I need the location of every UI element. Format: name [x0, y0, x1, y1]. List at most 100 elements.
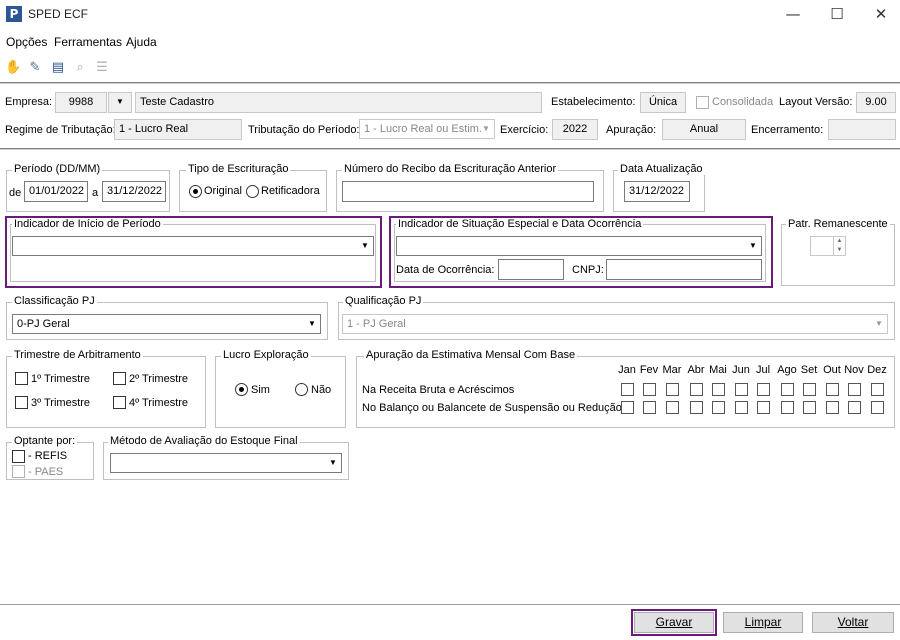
layout-label: Layout Versão:	[779, 96, 853, 108]
trimestre-1-checkbox[interactable]	[15, 372, 28, 385]
data-ocorrencia-input[interactable]	[498, 259, 564, 280]
indicador-situacao-select[interactable]: ▼	[396, 236, 762, 256]
month-label: Jul	[755, 364, 771, 376]
estimativa-row1-label: Na Receita Bruta e Acréscimos	[362, 384, 515, 396]
search-doc-icon[interactable]: ⌕	[72, 60, 88, 76]
consolidada-checkbox[interactable]	[696, 96, 709, 109]
balanco-mar-checkbox[interactable]	[666, 401, 679, 414]
tributacao-label: Tributação do Período:	[248, 124, 360, 136]
apuracao-field: Anual	[662, 119, 746, 140]
trimestre-4-checkbox[interactable]	[113, 396, 126, 409]
receita-bruta-abr-checkbox[interactable]	[690, 383, 703, 396]
month-label: Abr	[687, 364, 705, 376]
close-button[interactable]: ✕	[858, 0, 900, 30]
month-label: Ago	[777, 364, 797, 376]
receita-bruta-jun-checkbox[interactable]	[735, 383, 748, 396]
trimestre-4-label: 4º Trimestre	[129, 397, 189, 409]
nao-radio[interactable]	[295, 383, 308, 396]
data-atualizacao-title: Data Atualização	[618, 163, 705, 175]
balanco-set-checkbox[interactable]	[803, 401, 816, 414]
regime-label: Regime de Tributação:	[5, 124, 116, 136]
balanco-mai-checkbox[interactable]	[712, 401, 725, 414]
balanco-fev-checkbox[interactable]	[643, 401, 656, 414]
balanco-ago-checkbox[interactable]	[781, 401, 794, 414]
document-icon[interactable]: ▤	[50, 60, 66, 76]
receita-bruta-jul-checkbox[interactable]	[757, 383, 770, 396]
trimestre-2-checkbox[interactable]	[113, 372, 126, 385]
patr-remanescente-spinner[interactable]: ▲ ▼	[810, 236, 846, 256]
limpar-label: Limpar	[744, 615, 782, 629]
chevron-down-icon: ▼	[329, 458, 337, 467]
maximize-button[interactable]: ☐	[814, 0, 860, 30]
indicador-situacao-title: Indicador de Situação Especial e Data Oc…	[396, 218, 644, 230]
classificacao-value: 0-PJ Geral	[17, 318, 70, 330]
balanco-abr-checkbox[interactable]	[690, 401, 703, 414]
receita-bruta-dez-checkbox[interactable]	[871, 383, 884, 396]
receita-bruta-jan-checkbox[interactable]	[621, 383, 634, 396]
receita-bruta-ago-checkbox[interactable]	[781, 383, 794, 396]
paes-checkbox[interactable]	[12, 465, 25, 478]
estabelecimento-label: Estabelecimento:	[551, 96, 636, 108]
gravar-button[interactable]: Gravar	[634, 612, 714, 633]
balanco-jul-checkbox[interactable]	[757, 401, 770, 414]
edit-icon[interactable]: ✎	[27, 60, 43, 76]
voltar-button[interactable]: Voltar	[812, 612, 894, 633]
separator	[0, 148, 900, 150]
separator	[0, 82, 900, 84]
list-icon[interactable]: ☰	[94, 60, 110, 76]
trimestre-3-checkbox[interactable]	[15, 396, 28, 409]
minimize-button[interactable]: —	[770, 0, 816, 30]
periodo-de-input[interactable]: 01/01/2022	[24, 181, 88, 202]
title-bar: P SPED ECF — ☐ ✕	[0, 0, 900, 30]
qualificacao-select[interactable]: 1 - PJ Geral ▼	[342, 314, 888, 334]
menu-opcoes[interactable]: Opções	[6, 35, 47, 49]
receita-bruta-out-checkbox[interactable]	[826, 383, 839, 396]
spin-down-icon[interactable]: ▼	[833, 246, 845, 255]
month-label: Nov	[844, 364, 864, 376]
receita-bruta-mai-checkbox[interactable]	[712, 383, 725, 396]
periodo-title: Período (DD/MM)	[12, 163, 103, 175]
indicador-inicio-title: Indicador de Início de Período	[12, 218, 163, 230]
original-radio[interactable]	[189, 185, 202, 198]
original-label: Original	[204, 185, 242, 197]
cnpj-input[interactable]	[606, 259, 762, 280]
receita-bruta-fev-checkbox[interactable]	[643, 383, 656, 396]
periodo-a-label: a	[92, 187, 99, 199]
balanco-dez-checkbox[interactable]	[871, 401, 884, 414]
balanco-nov-checkbox[interactable]	[848, 401, 861, 414]
classificacao-select[interactable]: 0-PJ Geral ▼	[12, 314, 321, 334]
menu-ferramentas[interactable]: Ferramentas	[54, 35, 122, 49]
qualificacao-title: Qualificação PJ	[343, 295, 424, 307]
tributacao-select[interactable]: 1 - Lucro Real ou Estim. ▼	[359, 119, 495, 139]
qualificacao-value: 1 - PJ Geral	[347, 318, 406, 330]
limpar-button[interactable]: Limpar	[723, 612, 803, 633]
refis-checkbox[interactable]	[12, 450, 25, 463]
receita-bruta-nov-checkbox[interactable]	[848, 383, 861, 396]
balanco-jun-checkbox[interactable]	[735, 401, 748, 414]
spin-up-icon[interactable]: ▲	[833, 237, 845, 246]
chevron-down-icon: ▼	[482, 124, 490, 133]
sim-radio[interactable]	[235, 383, 248, 396]
classificacao-title: Classificação PJ	[12, 295, 97, 307]
periodo-de-label: de	[9, 187, 22, 199]
retificadora-radio[interactable]	[246, 185, 259, 198]
menu-ajuda[interactable]: Ajuda	[126, 35, 157, 49]
trimestre-title: Trimestre de Arbitramento	[12, 349, 143, 361]
encerramento-label: Encerramento:	[751, 124, 824, 136]
empresa-dropdown-button[interactable]: ▼	[108, 92, 132, 113]
periodo-a-input[interactable]: 31/12/2022	[102, 181, 166, 202]
optante-title: Optante por:	[12, 435, 78, 447]
recibo-input[interactable]	[342, 181, 594, 202]
metodo-select[interactable]: ▼	[110, 453, 342, 473]
empresa-code-field[interactable]: 9988	[55, 92, 107, 113]
trimestre-2-label: 2º Trimestre	[129, 373, 189, 385]
receita-bruta-mar-checkbox[interactable]	[666, 383, 679, 396]
receita-bruta-set-checkbox[interactable]	[803, 383, 816, 396]
month-label: Dez	[867, 364, 887, 376]
nao-label: Não	[311, 384, 332, 396]
balanco-jan-checkbox[interactable]	[621, 401, 634, 414]
hand-icon[interactable]: ✋	[5, 60, 21, 76]
indicador-inicio-select[interactable]: ▼	[12, 236, 374, 256]
data-atualizacao-input[interactable]: 31/12/2022	[624, 181, 690, 202]
balanco-out-checkbox[interactable]	[826, 401, 839, 414]
